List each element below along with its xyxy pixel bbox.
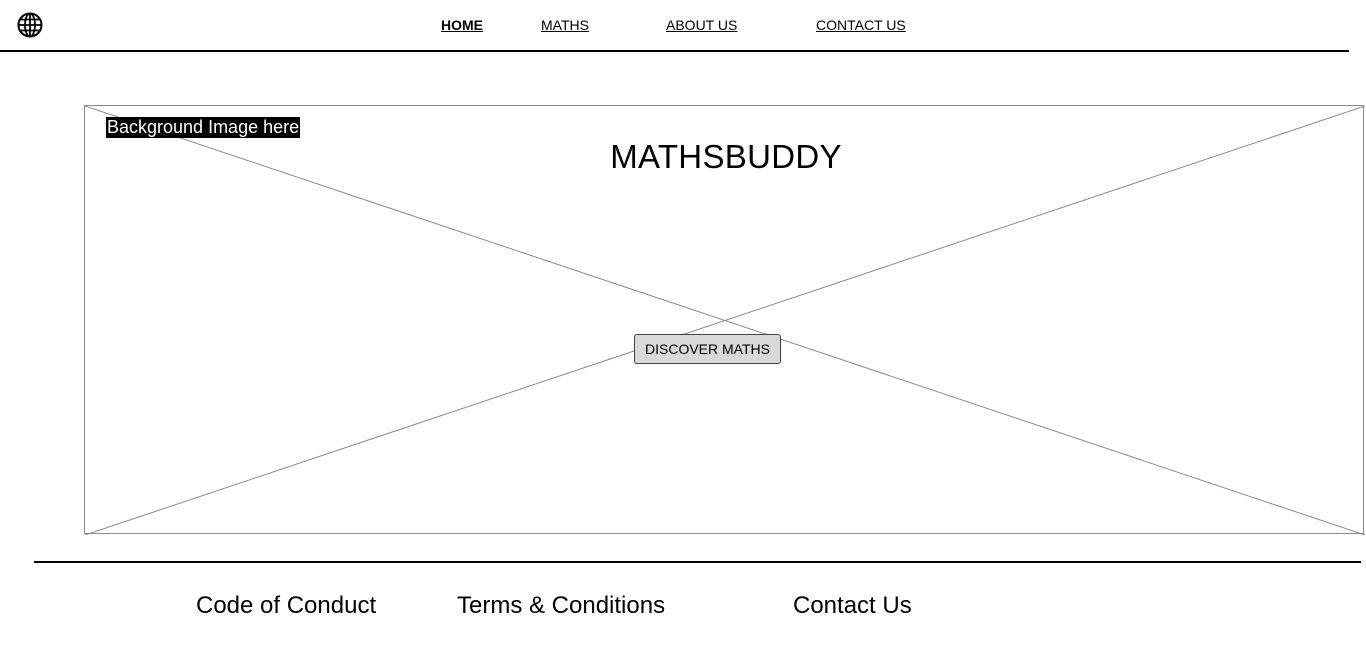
nav-maths[interactable]: MATHS (541, 17, 589, 33)
background-image-label: Background Image here (106, 117, 301, 138)
hero-image-placeholder: Background Image here MATHSBUDDY DISCOVE… (84, 105, 1365, 535)
discover-maths-button[interactable]: DISCOVER MATHS (634, 334, 781, 364)
footer-contact-us-link[interactable]: Contact Us (793, 592, 912, 620)
nav-home[interactable]: HOME (441, 17, 483, 33)
hero-title: MATHSBUDDY (610, 138, 842, 175)
page: HOME MATHS ABOUT US CONTACT US Backgroun… (0, 0, 1366, 660)
nav-contact-us[interactable]: CONTACT US (816, 17, 906, 33)
header-divider (0, 50, 1349, 52)
nav-about-us[interactable]: ABOUT US (666, 17, 737, 33)
globe-icon[interactable] (17, 12, 43, 38)
footer-code-of-conduct-link[interactable]: Code of Conduct (196, 592, 376, 620)
footer-divider (34, 561, 1361, 563)
footer-terms-link[interactable]: Terms & Conditions (457, 592, 665, 620)
